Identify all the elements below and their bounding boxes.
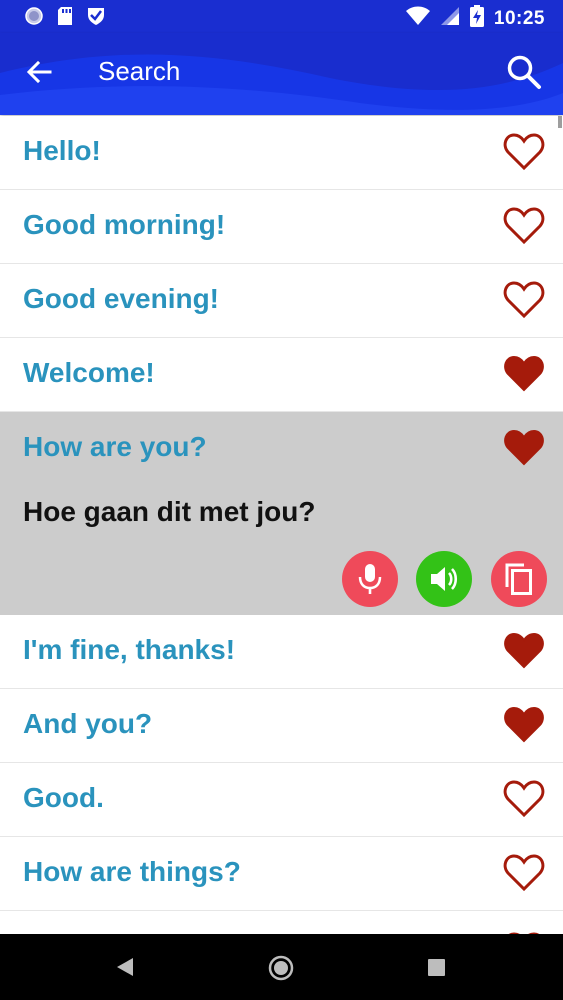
scrollbar[interactable] (558, 116, 562, 128)
list-item-expanded[interactable]: How are you? Hoe gaan dit met jou? (0, 412, 563, 615)
nav-back-button[interactable] (116, 957, 134, 982)
search-icon (507, 55, 541, 89)
status-bar: 10:25 (0, 0, 563, 33)
nav-back-icon (117, 958, 133, 976)
phrase-text: Good evening! (23, 283, 219, 314)
list-item[interactable]: Hello! (0, 116, 563, 190)
list-item[interactable]: Good evening! (0, 264, 563, 338)
translation-text: Hoe gaan dit met jou? (23, 496, 316, 527)
app-bar-wave-decoration (0, 33, 563, 115)
nav-recents-icon (428, 959, 445, 976)
phrase-text: I'm fine, thanks! (23, 634, 236, 665)
list-item[interactable]: Good morning! (0, 190, 563, 264)
list-item[interactable]: How are things? (0, 837, 563, 911)
phrase-text: Good. (23, 782, 104, 813)
wifi-icon (405, 6, 430, 31)
phrase-text: And you? (23, 708, 153, 739)
circle-app-icon (24, 6, 44, 31)
nav-recents-button[interactable] (428, 959, 445, 981)
nav-home-icon (268, 955, 294, 981)
heart-outline-icon[interactable] (503, 132, 545, 172)
back-button[interactable] (24, 57, 54, 87)
page-title: Search (98, 56, 181, 86)
heart-filled-icon[interactable] (503, 354, 545, 394)
phrase-text: How are you? (23, 431, 207, 462)
battery-charging-icon (469, 5, 484, 32)
copy-icon (505, 563, 532, 595)
speaker-icon (431, 567, 458, 591)
search-button[interactable] (505, 53, 543, 91)
arrow-left-icon (26, 60, 52, 84)
list-item-partial[interactable] (0, 911, 563, 934)
copy-button[interactable] (491, 551, 547, 607)
nav-home-button[interactable] (268, 955, 294, 986)
list-item[interactable]: Welcome! (0, 338, 563, 412)
heart-filled-icon[interactable] (503, 631, 545, 671)
phrase-list[interactable]: Hello! Good morning! Good evening! Welco… (0, 116, 563, 934)
heart-outline-icon[interactable] (503, 853, 545, 893)
list-item[interactable]: Good. (0, 763, 563, 837)
app-bar: Search (0, 33, 563, 115)
play-audio-button[interactable] (416, 551, 472, 607)
microphone-icon (358, 564, 382, 594)
heart-outline-icon[interactable] (503, 779, 545, 819)
status-time: 10:25 (493, 7, 545, 29)
list-item[interactable]: I'm fine, thanks! (0, 615, 563, 689)
heart-filled-icon[interactable] (503, 705, 545, 745)
list-item[interactable]: And you? (0, 689, 563, 763)
heart-outline-icon[interactable] (503, 206, 545, 246)
record-button[interactable] (342, 551, 398, 607)
phrase-text: Hello! (23, 135, 101, 166)
system-nav-bar (0, 934, 563, 1000)
heart-filled-icon[interactable] (503, 428, 545, 468)
phrase-text: Welcome! (23, 357, 155, 388)
shield-check-icon (86, 6, 106, 31)
heart-outline-icon[interactable] (503, 280, 545, 320)
phrase-text: Good morning! (23, 209, 226, 240)
phrase-text: How are things? (23, 856, 241, 887)
signal-icon (440, 6, 460, 31)
sd-card-icon (56, 6, 74, 31)
